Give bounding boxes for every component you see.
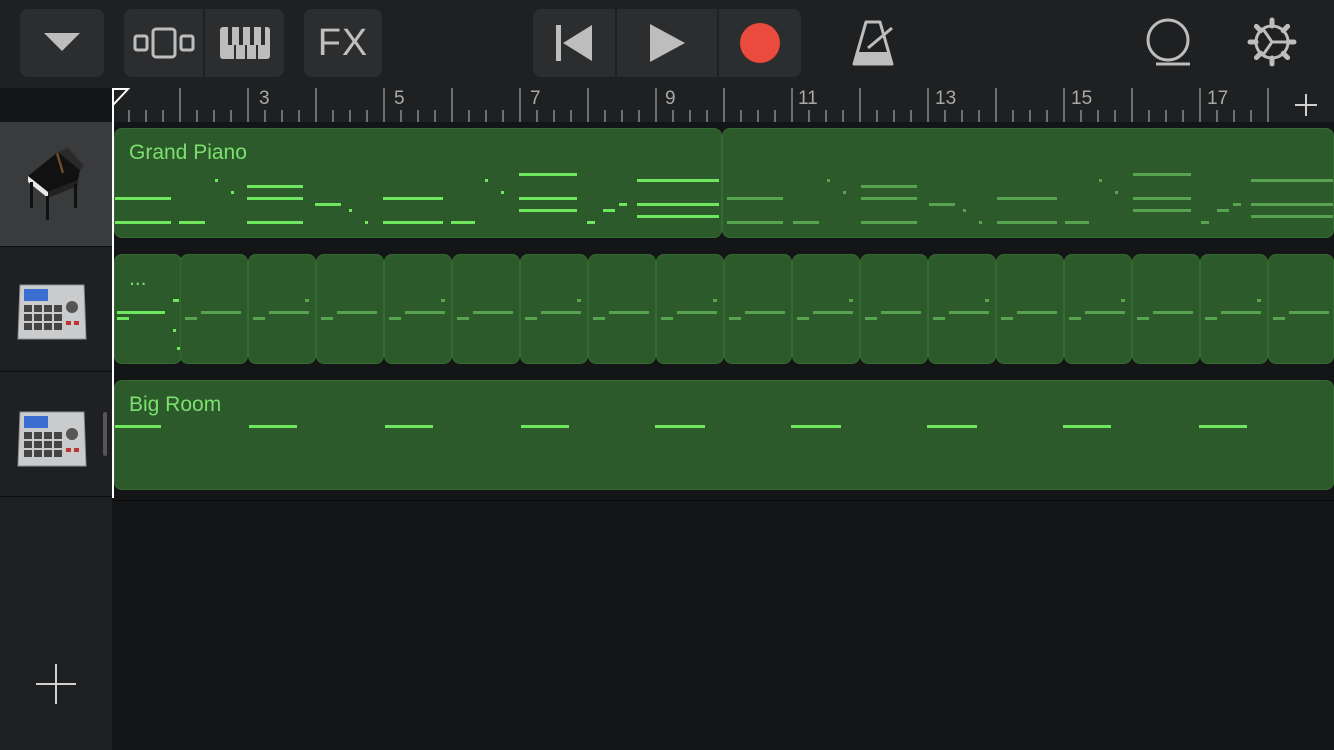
track-lane-grand-piano: Grand Piano: [112, 122, 1334, 249]
bar-number: 15: [1071, 88, 1093, 109]
transport-controls: [533, 9, 801, 77]
drum-region[interactable]: [1200, 254, 1268, 364]
drum-region[interactable]: [384, 254, 452, 364]
grand-piano-icon: [28, 148, 84, 220]
loop-icon: [1146, 18, 1190, 66]
drum-region[interactable]: [996, 254, 1064, 364]
track-lane-drums: ...: [112, 248, 1334, 375]
drum-region[interactable]: [1268, 254, 1334, 364]
region-title: Big Room: [129, 393, 222, 416]
loops-button[interactable]: [1142, 18, 1194, 68]
drum-region[interactable]: ...: [114, 254, 182, 364]
gear-icon: [1247, 17, 1297, 67]
view-toggle-group: [124, 9, 284, 77]
big-room-region[interactable]: Big Room: [114, 380, 1334, 490]
bar-number: 7: [530, 88, 541, 109]
ruler-ticks: [128, 88, 1269, 122]
plus-icon: [36, 664, 76, 704]
scroll-indicator[interactable]: [103, 412, 107, 456]
drum-region[interactable]: [724, 254, 792, 364]
track-header-drums[interactable]: [0, 247, 112, 372]
playhead-handle-icon[interactable]: [112, 88, 130, 108]
bar-number: 3: [259, 88, 270, 109]
bar-number: 13: [935, 88, 957, 109]
drum-region[interactable]: [452, 254, 520, 364]
piano-region-1[interactable]: Grand Piano: [114, 128, 722, 238]
record-button[interactable]: [719, 9, 801, 77]
toolbar: FX: [0, 0, 1334, 88]
track-menu-button[interactable]: [20, 9, 104, 77]
fx-button[interactable]: FX: [304, 9, 382, 77]
drum-machine-icon: [17, 411, 87, 467]
bar-number: 5: [394, 88, 405, 109]
bar-number: 9: [665, 88, 676, 109]
drum-region[interactable]: [792, 254, 860, 364]
drum-region[interactable]: [928, 254, 996, 364]
track-header-big-room[interactable]: [0, 372, 112, 497]
drum-region[interactable]: [860, 254, 928, 364]
play-button[interactable]: [617, 9, 717, 77]
track-headers: [0, 122, 112, 750]
add-section-button[interactable]: [1278, 88, 1334, 122]
rewind-icon: [556, 25, 592, 61]
rewind-button[interactable]: [533, 9, 615, 77]
metronome-button[interactable]: [848, 18, 898, 68]
timeline-ruler[interactable]: 3 5 7 9 11 13 15 17: [112, 88, 1334, 123]
settings-button[interactable]: [1247, 17, 1297, 67]
keyboard-button[interactable]: [205, 9, 284, 77]
metronome-icon: [852, 20, 894, 66]
bar-number: 11: [798, 88, 818, 109]
region-title: Grand Piano: [129, 141, 247, 164]
drum-region[interactable]: [520, 254, 588, 364]
track-header-grand-piano[interactable]: [0, 122, 112, 247]
drum-region[interactable]: [316, 254, 384, 364]
tracks-view-button[interactable]: [124, 9, 203, 77]
drum-region[interactable]: [248, 254, 316, 364]
chevron-down-icon: [44, 33, 80, 51]
drum-region[interactable]: [656, 254, 724, 364]
drum-region[interactable]: [180, 254, 248, 364]
playhead[interactable]: [112, 88, 114, 498]
drum-region[interactable]: [588, 254, 656, 364]
drum-region[interactable]: [1132, 254, 1200, 364]
region-title: ...: [129, 267, 147, 290]
plus-icon: [1295, 94, 1317, 116]
bar-number: 17: [1207, 88, 1229, 109]
keyboard-icon: [219, 27, 270, 59]
drum-machine-icon: [17, 284, 87, 340]
record-icon: [740, 23, 780, 63]
tracks-view-icon: [133, 27, 194, 59]
drum-region[interactable]: [1064, 254, 1132, 364]
add-track-button[interactable]: [36, 664, 76, 704]
play-icon: [650, 24, 685, 62]
fx-label: FX: [317, 21, 369, 64]
piano-region-2[interactable]: [722, 128, 1334, 238]
track-lane-big-room: Big Room: [112, 374, 1334, 501]
